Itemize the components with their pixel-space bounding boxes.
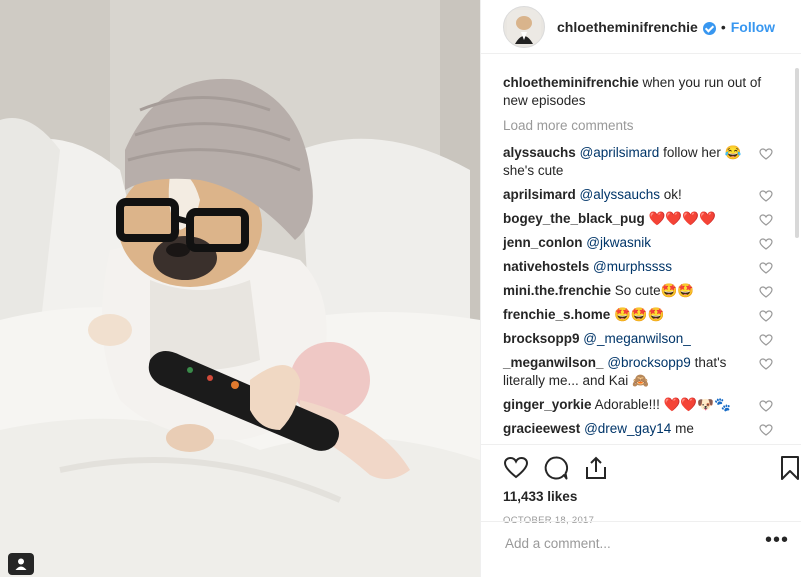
comment-username[interactable]: ginger_yorkie xyxy=(503,397,592,412)
post-header: chloetheminifrenchie • Follow xyxy=(481,0,801,54)
comment-item: ginger_yorkie Adorable!!! ❤️❤️🐶🐾 xyxy=(503,393,773,417)
comment-username[interactable]: mini.the.frenchie xyxy=(503,283,611,298)
comment-like-heart-icon[interactable] xyxy=(759,238,773,250)
instagram-post-view: chloetheminifrenchie • Follow chloethemi… xyxy=(0,0,801,577)
comment-item: aprilsimard @alyssauchs ok! xyxy=(503,183,773,207)
comment-like-heart-icon[interactable] xyxy=(759,400,773,412)
comment-item: brocksopp9 @_meganwilson_ xyxy=(503,327,773,351)
comment-username[interactable]: aprilsimard xyxy=(503,187,576,202)
comment-text: me xyxy=(671,421,694,436)
add-comment-bar: ••• xyxy=(481,521,801,565)
share-icon[interactable] xyxy=(583,455,609,481)
post-caption: chloetheminifrenchie when you run out of… xyxy=(503,74,773,110)
comment-item: bogey_the_black_pug ❤️❤️❤️❤️ xyxy=(503,207,773,231)
comment-username[interactable]: bogey_the_black_pug xyxy=(503,211,645,226)
comment-item: jenn_conlon @jkwasnik xyxy=(503,231,773,255)
comment-username[interactable]: frenchie_s.home xyxy=(503,307,610,322)
avatar-image xyxy=(507,9,541,44)
comment-mention[interactable]: @aprilsimard xyxy=(580,145,660,160)
comment-like-heart-icon[interactable] xyxy=(759,190,773,202)
comment-username[interactable]: gracieewest xyxy=(503,421,580,436)
comment-item: gracieewest @drew_gay14 me xyxy=(503,417,773,441)
comment-text: ok! xyxy=(660,187,682,202)
comment-like-heart-icon[interactable] xyxy=(759,286,773,298)
comment-item: nativehostels @murphssss xyxy=(503,255,773,279)
comment-like-heart-icon[interactable] xyxy=(759,358,773,370)
likes-count[interactable]: 11,433 likes xyxy=(503,489,577,504)
heart-icon[interactable] xyxy=(503,455,529,481)
comment-text: Adorable!!! ❤️❤️🐶🐾 xyxy=(594,397,731,412)
comments-list[interactable]: chloetheminifrenchie when you run out of… xyxy=(481,62,801,444)
more-options-button[interactable]: ••• xyxy=(765,530,789,553)
comment-text: ❤️❤️❤️❤️ xyxy=(648,211,716,226)
comment-input[interactable] xyxy=(503,535,765,552)
comments-scrollbar[interactable] xyxy=(795,68,799,238)
bookmark-icon[interactable] xyxy=(777,455,801,481)
person-icon xyxy=(15,558,27,570)
comment-item: alyssauchs @aprilsimard follow her 😂 she… xyxy=(503,141,773,183)
comment-mention[interactable]: @_meganwilson_ xyxy=(583,331,691,346)
load-more-comments-button[interactable]: Load more comments xyxy=(503,118,801,133)
comment-like-heart-icon[interactable] xyxy=(759,424,773,436)
comment-item: frenchie_s.home 🤩🤩🤩 xyxy=(503,303,773,327)
user-tag-icon[interactable] xyxy=(8,553,34,575)
comment-like-heart-icon[interactable] xyxy=(759,214,773,226)
comment-icon[interactable] xyxy=(543,455,569,481)
frenchie-photo-illustration xyxy=(0,0,480,577)
comment-username[interactable]: nativehostels xyxy=(503,259,589,274)
comment-text: 🤩🤩🤩 xyxy=(614,307,665,322)
comment-like-heart-icon[interactable] xyxy=(759,334,773,346)
post-sidebar: chloetheminifrenchie • Follow chloethemi… xyxy=(480,0,801,577)
comment-mention[interactable]: @alyssauchs xyxy=(580,187,661,202)
comment-item: _meganwilson_ @brocksopp9 that's literal… xyxy=(503,351,773,393)
comment-items: alyssauchs @aprilsimard follow her 😂 she… xyxy=(503,141,801,441)
comment-mention[interactable]: @murphssss xyxy=(593,259,672,274)
comment-mention[interactable]: @drew_gay14 xyxy=(584,421,671,436)
comment-item: mini.the.frenchie So cute🤩🤩 xyxy=(503,279,773,303)
post-actions: 11,433 likes OCTOBER 18, 2017 ••• xyxy=(481,444,801,565)
comment-mention[interactable]: @brocksopp9 xyxy=(607,355,691,370)
comment-username[interactable]: jenn_conlon xyxy=(503,235,583,250)
action-icons xyxy=(503,455,801,485)
separator-dot: • xyxy=(720,18,726,35)
comment-like-heart-icon[interactable] xyxy=(759,310,773,322)
comment-like-heart-icon[interactable] xyxy=(759,262,773,274)
comment-username[interactable]: brocksopp9 xyxy=(503,331,580,346)
caption-username[interactable]: chloetheminifrenchie xyxy=(503,75,639,90)
verified-icon xyxy=(702,22,716,35)
comment-text: So cute🤩🤩 xyxy=(614,283,695,298)
header-username[interactable]: chloetheminifrenchie xyxy=(557,19,698,35)
comment-username[interactable]: _meganwilson_ xyxy=(503,355,604,370)
follow-button[interactable]: Follow xyxy=(731,19,775,35)
comment-mention[interactable]: @jkwasnik xyxy=(586,235,651,250)
post-photo[interactable] xyxy=(0,0,480,577)
comment-like-heart-icon[interactable] xyxy=(759,148,773,160)
comment-username[interactable]: alyssauchs xyxy=(503,145,576,160)
avatar[interactable] xyxy=(503,5,545,48)
